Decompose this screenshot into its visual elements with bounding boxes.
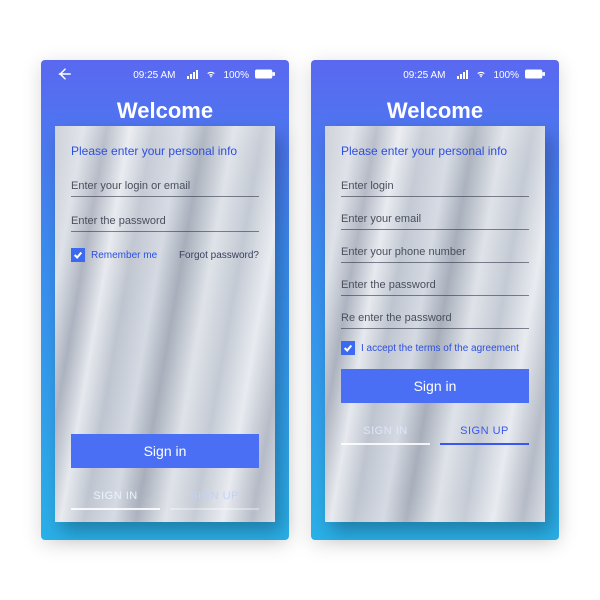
back-arrow-icon[interactable] — [55, 65, 73, 86]
signal-icon — [187, 69, 199, 82]
password-input[interactable] — [71, 209, 259, 232]
signup-screen: 09:25 AM 100% Welcome Please enter your … — [311, 60, 559, 540]
password-input[interactable] — [341, 273, 529, 296]
page-title: Welcome — [41, 98, 289, 124]
battery-icon — [255, 69, 275, 82]
status-bar: 09:25 AM 100% — [41, 60, 289, 90]
auth-tabs: SIGN IN SIGN UP — [71, 482, 259, 510]
login-input[interactable] — [71, 174, 259, 197]
checkbox-checked-icon — [341, 341, 355, 355]
signup-card: Please enter your personal info I accept… — [325, 126, 545, 522]
remember-label: Remember me — [91, 250, 157, 261]
remember-checkbox[interactable]: Remember me — [71, 248, 157, 262]
terms-label: I accept the terms of the agreement — [361, 343, 519, 354]
login-input[interactable] — [341, 174, 529, 197]
auth-tabs: SIGN IN SIGN UP — [341, 417, 529, 445]
phone-input[interactable] — [341, 240, 529, 263]
page-title: Welcome — [311, 98, 559, 124]
status-bar: 09:25 AM 100% — [311, 60, 559, 90]
signin-screen: 09:25 AM 100% Welcome Please enter your … — [41, 60, 289, 540]
status-time: 09:25 AM — [121, 70, 187, 81]
repassword-input[interactable] — [341, 306, 529, 329]
subtitle: Please enter your personal info — [341, 144, 529, 158]
wifi-icon — [205, 69, 217, 82]
checkbox-checked-icon — [71, 248, 85, 262]
tab-signin[interactable]: SIGN IN — [71, 482, 160, 510]
battery-percent: 100% — [223, 70, 249, 81]
signin-card: Please enter your personal info Remember… — [55, 126, 275, 522]
status-time: 09:25 AM — [391, 70, 457, 81]
signal-icon — [457, 69, 469, 82]
battery-percent: 100% — [493, 70, 519, 81]
signin-button[interactable]: Sign in — [71, 434, 259, 468]
wifi-icon — [475, 69, 487, 82]
forgot-password-link[interactable]: Forgot password? — [179, 250, 259, 261]
signup-button[interactable]: Sign in — [341, 369, 529, 403]
tab-signup[interactable]: SIGN UP — [440, 417, 529, 445]
tab-signup[interactable]: SIGN UP — [170, 482, 259, 510]
terms-checkbox[interactable]: I accept the terms of the agreement — [341, 341, 519, 355]
email-input[interactable] — [341, 207, 529, 230]
battery-icon — [525, 69, 545, 82]
subtitle: Please enter your personal info — [71, 144, 259, 158]
tab-signin[interactable]: SIGN IN — [341, 417, 430, 445]
